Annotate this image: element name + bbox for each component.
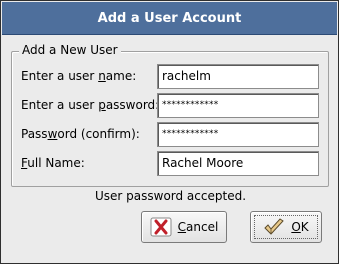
username-label: Enter a user name: — [21, 69, 137, 83]
ok-button[interactable]: OK — [250, 211, 322, 243]
cancel-label: Cancel — [177, 220, 219, 234]
x-cancel-icon — [150, 217, 172, 237]
ok-label: OK — [291, 220, 309, 234]
password-label: Enter a user password: — [21, 98, 160, 112]
title-bar[interactable]: Add a User Account — [2, 2, 337, 35]
password-confirm-field[interactable]: ************ — [157, 122, 319, 147]
frame-label: Add a New User — [19, 42, 121, 58]
cancel-button[interactable]: Cancel — [141, 211, 227, 243]
username-field[interactable]: rachelm — [157, 64, 319, 89]
dialog-title: Add a User Account — [97, 10, 242, 26]
dialog-window: Add a User Account Add a New User Enter … — [0, 0, 339, 264]
check-hand-icon — [263, 217, 285, 237]
password-confirm-label: Password (confirm): — [21, 127, 140, 141]
status-message: User password accepted. — [94, 189, 247, 203]
full-name-field[interactable]: Rachel Moore — [157, 151, 319, 176]
password-field[interactable]: ************ — [157, 93, 319, 118]
full-name-label: Full Name: — [21, 156, 85, 170]
